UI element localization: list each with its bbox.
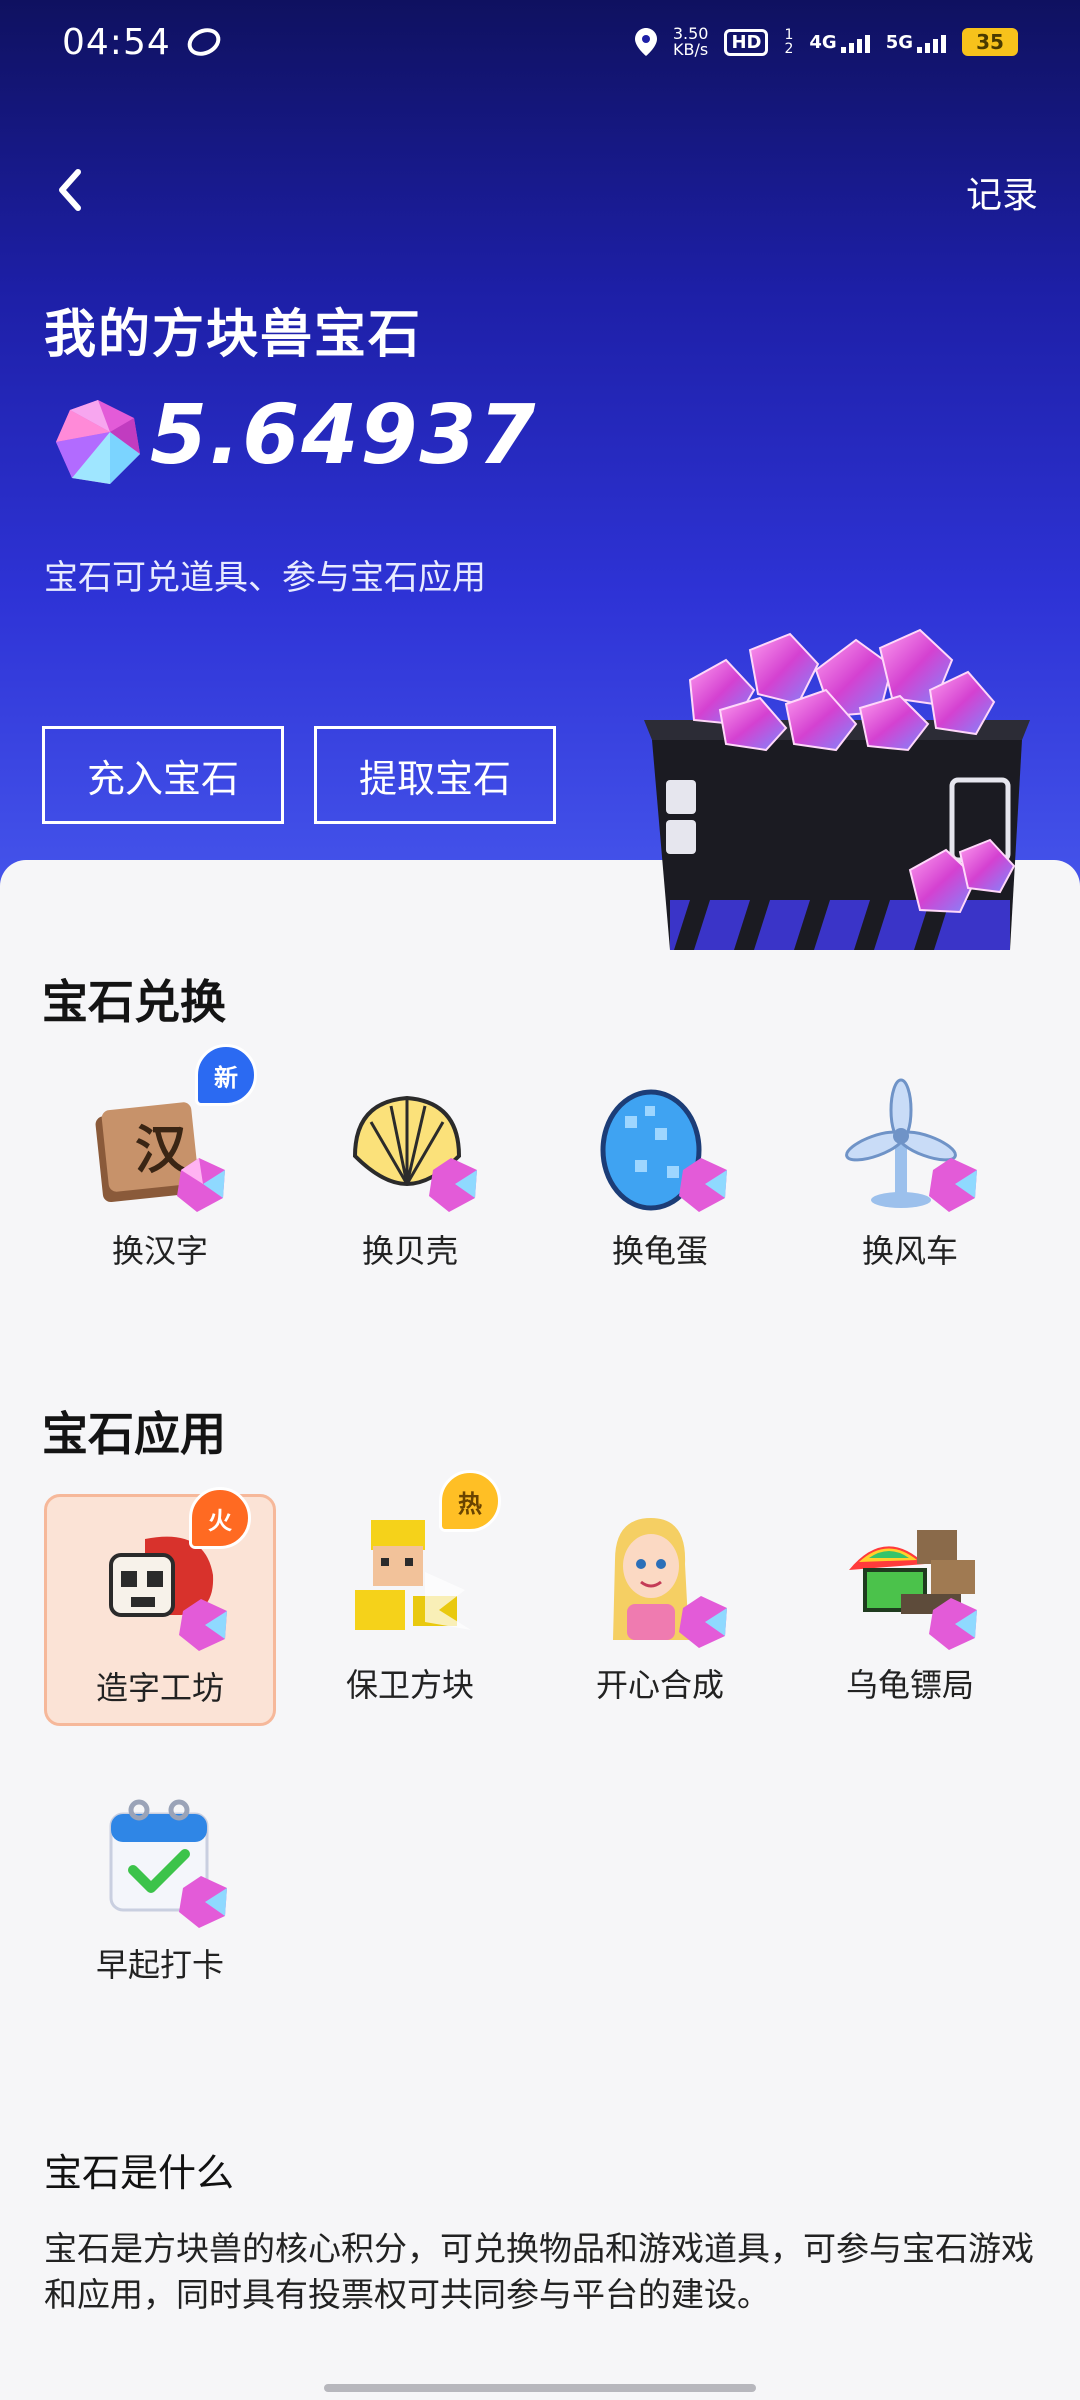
exchange-item-turtle-egg[interactable]: 换龟蛋 — [544, 1060, 776, 1292]
hanzi-art: 汉 新 — [85, 1044, 257, 1216]
sim2-label: 2 — [784, 41, 794, 57]
battery-icon: 35 — [962, 28, 1018, 56]
zaoqi-art — [85, 1780, 235, 1930]
shell-art — [335, 1066, 485, 1216]
app-item-label: 开心合成 — [595, 1666, 724, 1704]
net1-label: 4G — [809, 32, 837, 53]
treasure-box-art — [644, 628, 1030, 950]
girl-character-icon — [613, 1518, 727, 1648]
charge-gems-button[interactable]: 充入宝石 — [42, 726, 284, 824]
page-title: 我的方块兽宝石 — [44, 305, 423, 365]
balance-subtitle: 宝石可兑道具、参与宝石应用 — [44, 558, 486, 598]
app-item-wugui-biaoju[interactable]: 乌龟镖局 — [794, 1494, 1026, 1726]
net2-label: 5G — [885, 32, 913, 53]
shell-icon — [352, 1095, 477, 1212]
app-item-zaozi-gongfang[interactable]: 火 造字工坊 — [44, 1487, 276, 1726]
network-4g: 4G — [809, 31, 870, 53]
signal-5g-icon — [917, 31, 946, 53]
exchange-item-label: 换龟蛋 — [611, 1232, 708, 1270]
hot-badge: 热 — [439, 1470, 501, 1532]
status-bar: 04:54 3.50 KB/s HD 1 2 4G 5G 35 — [0, 0, 1080, 84]
exchange-item-shell[interactable]: 换贝壳 — [294, 1060, 526, 1292]
back-arrow-icon[interactable] — [48, 160, 96, 220]
status-time: 04:54 — [62, 21, 171, 63]
exchange-item-label: 换汉字 — [111, 1232, 208, 1270]
turtle-egg-art — [585, 1066, 735, 1216]
wugui-art — [835, 1500, 985, 1650]
app-item-kaixin-hecheng[interactable]: 开心合成 — [544, 1494, 776, 1726]
fire-badge: 火 — [189, 1487, 251, 1549]
app-notification-icon — [182, 23, 225, 61]
zaozi-art: 火 — [85, 1487, 251, 1653]
calendar-check-icon — [109, 1799, 227, 1928]
home-indicator[interactable] — [324, 2384, 756, 2392]
app-item-label: 保卫方块 — [345, 1666, 474, 1704]
network-5g: 5G — [886, 31, 946, 53]
record-link[interactable]: 记录 — [966, 166, 1038, 218]
windmill-icon — [845, 1078, 977, 1212]
app-item-label: 造字工坊 — [95, 1669, 224, 1707]
about-description: 宝石是方块兽的核心积分，可兑换物品和游戏道具，可参与宝石游戏和应用，同时具有投票… — [44, 2229, 1034, 2314]
kaixin-art — [585, 1500, 735, 1650]
exchange-section-title: 宝石兑换 — [42, 975, 226, 1029]
sim-indicator: 1 2 — [784, 28, 793, 56]
signal-4g-icon — [840, 31, 870, 53]
apps-section-title: 宝石应用 — [42, 1407, 226, 1461]
exchange-item-label: 换风车 — [861, 1232, 958, 1270]
hd-badge: HD — [724, 28, 769, 56]
app-item-label: 乌龟镖局 — [845, 1666, 974, 1704]
app-item-label: 早起打卡 — [95, 1946, 224, 1984]
net-speed: 3.50 KB/s — [673, 26, 709, 58]
exchange-item-windmill[interactable]: 换风车 — [794, 1060, 1026, 1292]
exchange-item-hanzi[interactable]: 汉 新 换汉字 — [44, 1044, 276, 1292]
turtle-egg-icon — [600, 1089, 727, 1212]
exchange-item-label: 换贝壳 — [361, 1232, 458, 1270]
new-badge: 新 — [195, 1044, 257, 1106]
gem-balance: 5.64937 — [150, 388, 538, 483]
withdraw-gems-button[interactable]: 提取宝石 — [314, 726, 556, 824]
net-speed-unit: KB/s — [673, 40, 709, 59]
svg-text:汉: 汉 — [135, 1121, 188, 1181]
windmill-art — [835, 1066, 985, 1216]
about-title: 宝石是什么 — [44, 2151, 235, 2195]
sim1-label: 1 — [784, 27, 794, 43]
turtle-escort-icon — [849, 1530, 977, 1650]
gem-icon — [56, 400, 140, 484]
location-icon — [634, 28, 657, 56]
baowei-art: 热 — [335, 1470, 501, 1650]
app-item-baowei-fangkuai[interactable]: 热 保卫方块 — [294, 1470, 526, 1726]
panel-notch-decoration — [383, 864, 577, 904]
app-item-zaoqi-daka[interactable]: 早起打卡 — [44, 1774, 276, 2006]
